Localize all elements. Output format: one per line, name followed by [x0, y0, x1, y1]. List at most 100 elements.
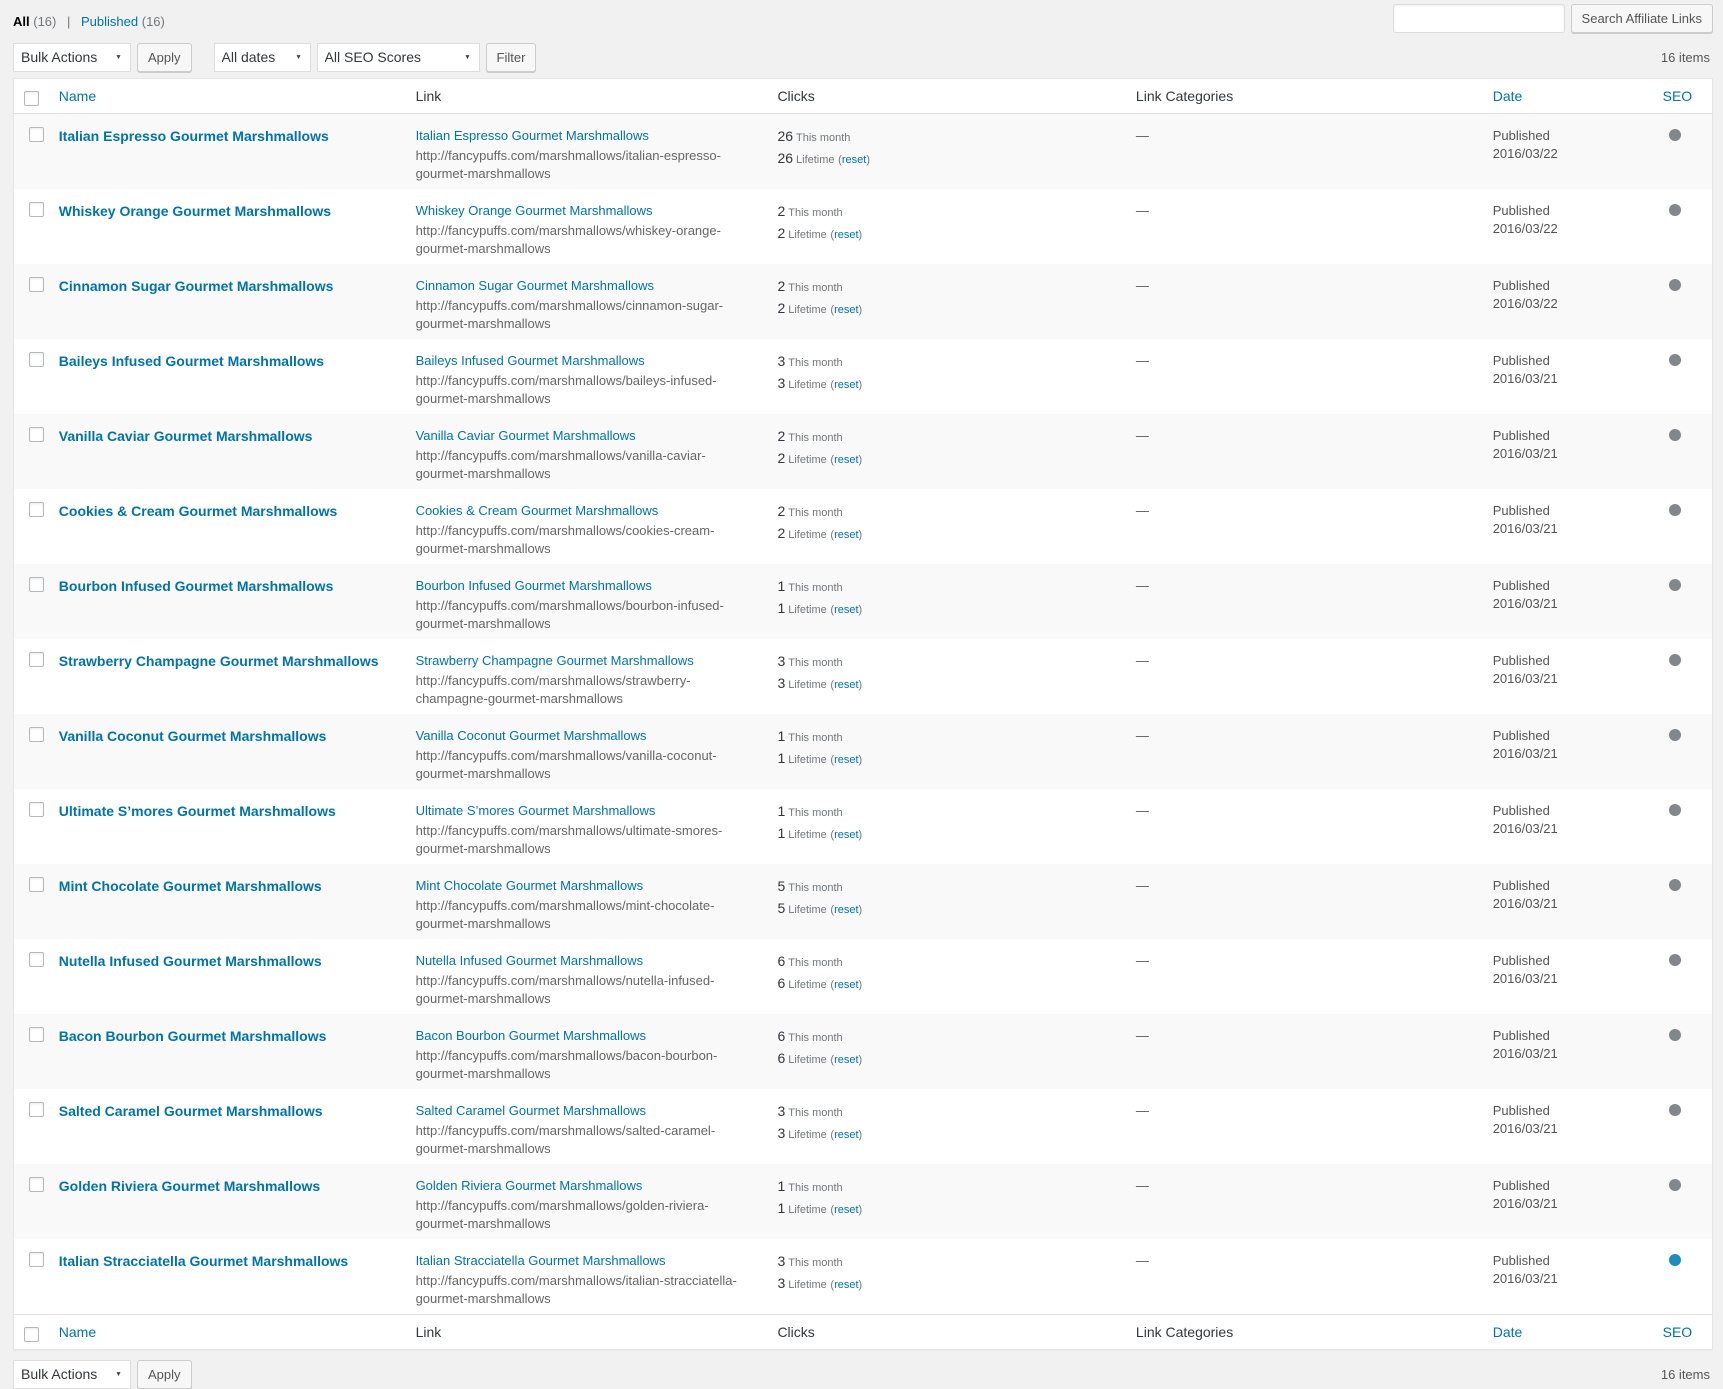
- affiliate-link-title[interactable]: Vanilla Coconut Gourmet Marshmallows: [416, 727, 647, 745]
- column-header-seo[interactable]: SEO: [1663, 88, 1693, 104]
- affiliate-link-name[interactable]: Whiskey Orange Gourmet Marshmallows: [59, 203, 331, 219]
- column-footer-date[interactable]: Date: [1493, 1324, 1523, 1340]
- affiliate-link-name[interactable]: Strawberry Champagne Gourmet Marshmallow…: [59, 653, 379, 669]
- select-all-checkbox-top[interactable]: [24, 91, 39, 106]
- link-categories-value: —: [1135, 1028, 1149, 1044]
- search-input[interactable]: [1392, 4, 1565, 33]
- row-checkbox[interactable]: [28, 1252, 44, 1268]
- select-all-checkbox-bottom[interactable]: [24, 1327, 39, 1343]
- view-published-link[interactable]: Published: [81, 14, 138, 29]
- reset-clicks-link[interactable]: reset: [834, 304, 858, 316]
- affiliate-link-title[interactable]: Whiskey Orange Gourmet Marshmallows: [416, 202, 653, 220]
- affiliate-link-title[interactable]: Baileys Infused Gourmet Marshmallows: [416, 352, 645, 370]
- clicks-this-month-value: 2: [777, 203, 786, 220]
- reset-clicks-link[interactable]: reset: [834, 829, 858, 841]
- affiliate-link-title[interactable]: Italian Stracciatella Gourmet Marshmallo…: [416, 1252, 666, 1270]
- status-label: Published: [1492, 578, 1550, 594]
- clicks-cell: 2 This month 2 Lifetime (reset): [767, 489, 1125, 564]
- row-checkbox[interactable]: [28, 127, 44, 143]
- row-checkbox[interactable]: [28, 652, 44, 668]
- row-checkbox[interactable]: [28, 202, 44, 218]
- column-footer-clicks: Clicks: [777, 1324, 815, 1341]
- affiliate-link-title[interactable]: Cookies & Cream Gourmet Marshmallows: [416, 502, 659, 520]
- row-checkbox[interactable]: [28, 727, 44, 743]
- column-header-name[interactable]: Name: [59, 88, 96, 104]
- affiliate-link-name[interactable]: Golden Riviera Gourmet Marshmallows: [59, 1178, 320, 1194]
- affiliate-link-name[interactable]: Ultimate S’mores Gourmet Marshmallows: [59, 803, 336, 819]
- column-header-date[interactable]: Date: [1493, 88, 1523, 104]
- affiliate-link-name[interactable]: Cinnamon Sugar Gourmet Marshmallows: [59, 278, 334, 294]
- link-categories-value: —: [1135, 428, 1149, 444]
- row-checkbox[interactable]: [28, 277, 44, 293]
- affiliate-link-title[interactable]: Strawberry Champagne Gourmet Marshmallow…: [416, 652, 694, 670]
- affiliate-link-title[interactable]: Vanilla Caviar Gourmet Marshmallows: [416, 427, 636, 445]
- row-checkbox[interactable]: [28, 502, 44, 518]
- view-all-label[interactable]: All: [13, 14, 30, 29]
- row-checkbox[interactable]: [28, 1027, 44, 1043]
- link-cell: Italian Stracciatella Gourmet Marshmallo…: [406, 1239, 768, 1315]
- affiliate-link-name[interactable]: Bourbon Infused Gourmet Marshmallows: [59, 578, 334, 594]
- affiliate-link-title[interactable]: Italian Espresso Gourmet Marshmallows: [416, 127, 649, 145]
- reset-paren-close: ): [858, 1054, 863, 1067]
- affiliate-link-name[interactable]: Italian Espresso Gourmet Marshmallows: [59, 128, 329, 144]
- affiliate-link-name[interactable]: Nutella Infused Gourmet Marshmallows: [59, 953, 322, 969]
- affiliate-link-name[interactable]: Vanilla Coconut Gourmet Marshmallows: [59, 728, 327, 744]
- affiliate-link-title[interactable]: Bacon Bourbon Gourmet Marshmallows: [416, 1027, 647, 1045]
- row-checkbox[interactable]: [28, 1177, 44, 1193]
- column-footer-seo[interactable]: SEO: [1663, 1324, 1693, 1340]
- view-tab-published[interactable]: Published (16): [81, 14, 165, 29]
- reset-clicks-link[interactable]: reset: [842, 154, 866, 166]
- seo-scores-filter-select[interactable]: All SEO Scores: [316, 42, 480, 72]
- affiliate-link-title[interactable]: Ultimate S’mores Gourmet Marshmallows: [416, 802, 656, 820]
- affiliate-link-name[interactable]: Salted Caramel Gourmet Marshmallows: [59, 1103, 323, 1119]
- affiliate-link-title[interactable]: Bourbon Infused Gourmet Marshmallows: [416, 577, 652, 595]
- bulk-actions-select-bottom[interactable]: Bulk Actions: [13, 1359, 131, 1389]
- affiliate-link-name[interactable]: Vanilla Caviar Gourmet Marshmallows: [59, 428, 313, 444]
- reset-clicks-link[interactable]: reset: [834, 1054, 858, 1066]
- clicks-lifetime-value: 1: [777, 750, 786, 767]
- reset-clicks-link[interactable]: reset: [834, 754, 858, 766]
- affiliate-link-name[interactable]: Baileys Infused Gourmet Marshmallows: [59, 353, 324, 369]
- row-checkbox[interactable]: [28, 802, 44, 818]
- date-cell: Published 2016/03/22: [1483, 114, 1653, 190]
- status-label: Published: [1492, 803, 1550, 819]
- apply-button-bottom[interactable]: Apply: [137, 1359, 192, 1389]
- column-footer-name[interactable]: Name: [59, 1324, 96, 1340]
- affiliate-link-name[interactable]: Bacon Bourbon Gourmet Marshmallows: [59, 1028, 327, 1044]
- reset-clicks-link[interactable]: reset: [834, 604, 858, 616]
- dates-filter-select[interactable]: All dates: [213, 42, 311, 72]
- affiliate-link-title[interactable]: Nutella Infused Gourmet Marshmallows: [416, 952, 644, 970]
- affiliate-link-title[interactable]: Golden Riviera Gourmet Marshmallows: [416, 1177, 643, 1195]
- search-affiliate-links-button[interactable]: Search Affiliate Links: [1570, 4, 1713, 33]
- row-checkbox[interactable]: [28, 952, 44, 968]
- reset-clicks-link[interactable]: reset: [834, 1279, 858, 1291]
- affiliate-link-title[interactable]: Mint Chocolate Gourmet Marshmallows: [416, 877, 644, 895]
- reset-clicks-link[interactable]: reset: [834, 1129, 858, 1141]
- reset-clicks-link[interactable]: reset: [834, 979, 858, 991]
- status-label: Published: [1492, 428, 1550, 444]
- row-checkbox[interactable]: [28, 577, 44, 593]
- categories-cell: —: [1126, 339, 1483, 414]
- view-tab-all[interactable]: All (16): [13, 14, 60, 29]
- row-checkbox[interactable]: [28, 877, 44, 893]
- affiliate-link-name[interactable]: Italian Stracciatella Gourmet Marshmallo…: [59, 1253, 348, 1269]
- row-checkbox[interactable]: [28, 1102, 44, 1118]
- row-checkbox[interactable]: [28, 427, 44, 443]
- bulk-actions-select[interactable]: Bulk Actions: [13, 42, 131, 72]
- reset-clicks-link[interactable]: reset: [834, 454, 858, 466]
- reset-clicks-link[interactable]: reset: [834, 379, 858, 391]
- filter-button[interactable]: Filter: [485, 42, 537, 72]
- reset-clicks-link[interactable]: reset: [834, 904, 858, 916]
- seo-status-dot: [1668, 1104, 1681, 1117]
- affiliate-link-name[interactable]: Mint Chocolate Gourmet Marshmallows: [59, 878, 322, 894]
- apply-button[interactable]: Apply: [137, 42, 192, 72]
- affiliate-link-name[interactable]: Cookies & Cream Gourmet Marshmallows: [59, 503, 338, 519]
- reset-clicks-link[interactable]: reset: [834, 229, 858, 241]
- reset-clicks-link[interactable]: reset: [834, 679, 858, 691]
- affiliate-link-title[interactable]: Cinnamon Sugar Gourmet Marshmallows: [416, 277, 654, 295]
- row-checkbox[interactable]: [28, 352, 44, 368]
- affiliate-link-title[interactable]: Salted Caramel Gourmet Marshmallows: [416, 1102, 646, 1120]
- reset-clicks-link[interactable]: reset: [834, 529, 858, 541]
- status-label: Published: [1492, 1028, 1550, 1044]
- reset-clicks-link[interactable]: reset: [834, 1204, 858, 1216]
